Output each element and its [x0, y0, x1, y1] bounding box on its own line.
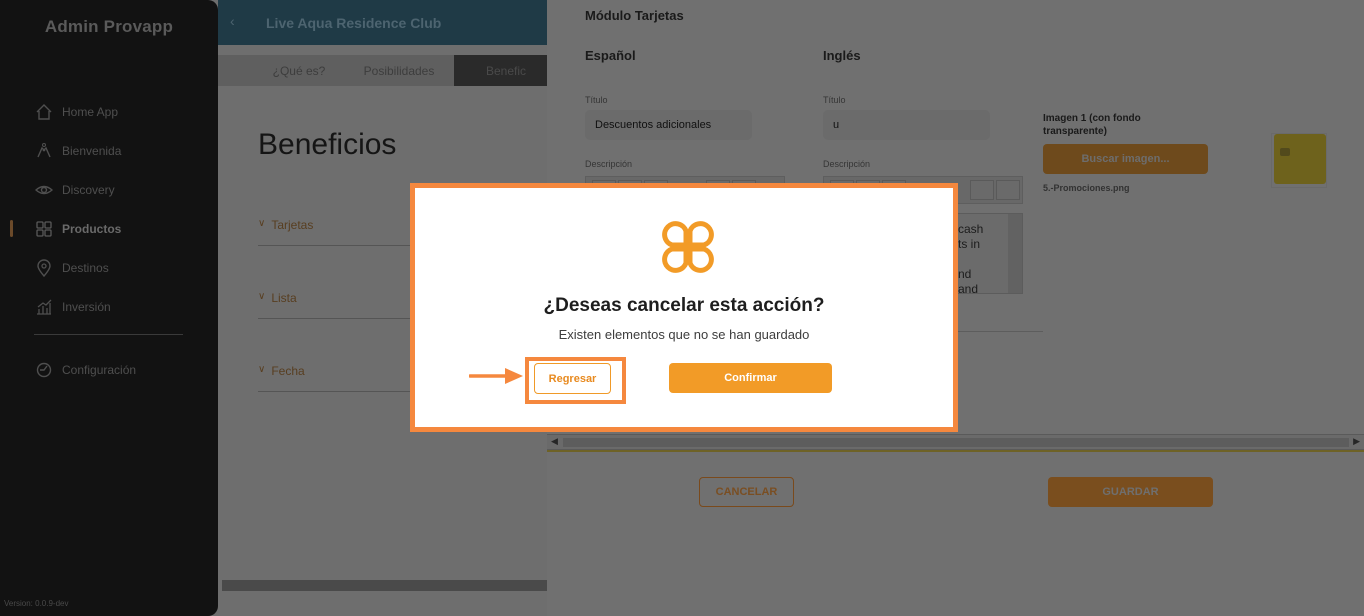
- description-line: nd: [958, 267, 972, 281]
- accordion-label: Lista: [271, 291, 297, 305]
- brand-title: Admin Provapp: [44, 17, 174, 36]
- sidebar-item-label: Destinos: [62, 260, 109, 275]
- back-button[interactable]: Regresar: [534, 363, 611, 394]
- sidebar: Admin Provapp Home App Bienvenida Discov…: [0, 0, 218, 616]
- drawer-horizontal-scrollbar[interactable]: ◀ ▶: [547, 434, 1364, 450]
- description-line: cash: [958, 222, 984, 236]
- divider: [957, 331, 1043, 332]
- drawer-title: Módulo Tarjetas: [585, 8, 684, 23]
- cancel-button[interactable]: CANCELAR: [699, 477, 794, 507]
- grid-icon: [34, 219, 54, 239]
- sidebar-item-label: Home App: [62, 104, 119, 119]
- chart-icon: [34, 297, 54, 317]
- modal-subtitle: Existen elementos que no se han guardado: [558, 327, 810, 342]
- scroll-right-icon[interactable]: ▶: [1353, 436, 1360, 447]
- page-title: Beneficios: [258, 128, 397, 161]
- image-label: Imagen 1 (con fondo transparente): [1043, 113, 1141, 137]
- unlink-icon[interactable]: [996, 180, 1020, 200]
- page-topbar: ‹ Live Aqua Residence Club: [218, 0, 558, 45]
- tab-que-es[interactable]: ¿Qué es?: [254, 55, 344, 86]
- gear-icon: [34, 360, 54, 380]
- column-header-english: Inglés: [823, 48, 861, 63]
- home-icon: [34, 102, 54, 122]
- sidebar-item-label: Discovery: [62, 182, 115, 197]
- title-input-en[interactable]: u: [823, 110, 990, 140]
- tab-beneficios[interactable]: Benefic: [454, 55, 558, 86]
- title-label-en: Título: [823, 95, 846, 105]
- scrollbar-thumb[interactable]: [563, 438, 1349, 447]
- pin-icon: [34, 258, 54, 278]
- image-thumbnail: [1271, 133, 1327, 188]
- description-label-en: Descripción: [823, 159, 871, 169]
- sidebar-item-label: Inversión: [62, 299, 111, 314]
- title-label-es: Título: [585, 95, 608, 105]
- save-button[interactable]: GUARDAR: [1048, 477, 1213, 507]
- chevron-down-icon: ∨: [258, 291, 266, 302]
- annotation-arrow-icon: [469, 368, 523, 384]
- modal-title: ¿Deseas cancelar esta acción?: [543, 295, 825, 316]
- version-label: Version: 0.0.9-dev: [4, 599, 69, 608]
- confirm-button[interactable]: Confirmar: [669, 363, 832, 393]
- image-filename: 5.-Promociones.png: [1043, 183, 1130, 193]
- page-tabs: ¿Qué es? Posibilidades Benefic: [218, 55, 558, 86]
- search-image-button[interactable]: Buscar imagen...: [1043, 144, 1208, 174]
- textarea-scrollbar[interactable]: [1008, 214, 1022, 293]
- sidebar-item-inversion[interactable]: Inversión: [0, 287, 218, 326]
- description-line: and: [958, 282, 979, 294]
- drawer-footer-divider: [547, 450, 1364, 452]
- provapp-logo-icon: [662, 221, 714, 273]
- description-line: ts in: [958, 237, 981, 251]
- sidebar-item-home-app[interactable]: Home App: [0, 92, 218, 131]
- card-image: [1274, 134, 1326, 184]
- accordion-label: Tarjetas: [271, 218, 314, 232]
- sidebar-item-productos[interactable]: Productos: [0, 209, 218, 248]
- back-arrow-icon[interactable]: ‹: [230, 13, 235, 29]
- confirm-cancel-modal: ¿Deseas cancelar esta acción? Existen el…: [410, 183, 958, 432]
- hands-icon: [34, 141, 54, 161]
- title-input-es[interactable]: Descuentos adicionales: [585, 110, 752, 140]
- tab-posibilidades[interactable]: Posibilidades: [344, 55, 454, 86]
- sidebar-item-label: Productos: [62, 221, 122, 236]
- chevron-down-icon: ∨: [258, 218, 266, 229]
- sidebar-item-discovery[interactable]: Discovery: [0, 170, 218, 209]
- sidebar-nav: Home App Bienvenida Discovery Productos …: [0, 92, 218, 326]
- eye-icon: [34, 180, 54, 200]
- sidebar-item-configuracion[interactable]: Configuración: [0, 350, 218, 389]
- sidebar-item-label: Bienvenida: [62, 143, 122, 158]
- topbar-title: Live Aqua Residence Club: [266, 15, 442, 31]
- scroll-left-icon[interactable]: ◀: [551, 436, 558, 447]
- accordion-label: Fecha: [271, 364, 305, 378]
- page-scrollbar[interactable]: [222, 580, 548, 591]
- description-line: [958, 252, 1008, 267]
- sidebar-item-label: Configuración: [62, 362, 137, 377]
- sidebar-item-bienvenida[interactable]: Bienvenida: [0, 131, 218, 170]
- sidebar-divider: [34, 334, 183, 335]
- link-icon[interactable]: [970, 180, 994, 200]
- chevron-down-icon: ∨: [258, 364, 266, 375]
- description-label-es: Descripción: [585, 159, 633, 169]
- column-header-spanish: Español: [585, 48, 636, 63]
- sidebar-item-destinos[interactable]: Destinos: [0, 248, 218, 287]
